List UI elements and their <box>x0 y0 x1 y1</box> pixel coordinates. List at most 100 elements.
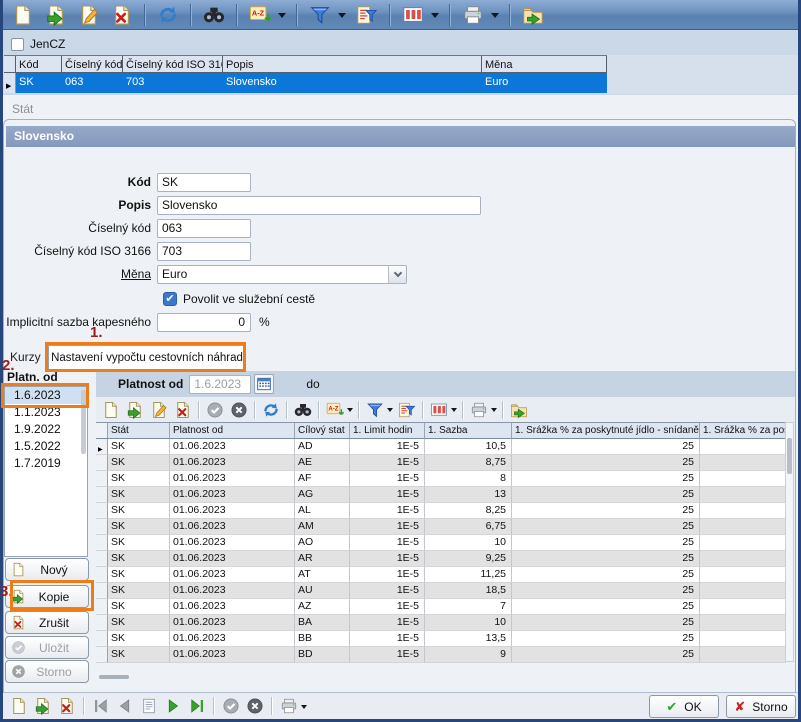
table-row[interactable]: SK 01.06.2023 AZ 1E-5 7 25 <box>96 599 786 615</box>
zrusit-button[interactable]: Zrušit <box>5 611 89 634</box>
column-header-stat[interactable]: Stát <box>108 423 170 439</box>
platnost-od-field[interactable] <box>189 375 251 394</box>
country-row-selected[interactable]: SK 063 703 Slovensko Euro <box>4 73 607 93</box>
filter-button[interactable] <box>307 2 332 28</box>
table-row[interactable]: SK 01.06.2023 AL 1E-5 8,25 25 <box>96 503 786 519</box>
footer-accept-button[interactable] <box>220 696 241 717</box>
rates-filter-caret[interactable] <box>387 408 393 415</box>
new-document-button[interactable] <box>10 2 35 28</box>
rates-open-button[interactable] <box>124 399 145 420</box>
columns-button[interactable] <box>400 2 425 28</box>
nav-next-button[interactable] <box>162 696 183 717</box>
column-header-mena[interactable]: Měna <box>482 56 607 73</box>
column-header-sazba[interactable]: 1. Sazba <box>425 423 512 439</box>
table-row[interactable]: SK 01.06.2023 AT 1E-5 11,25 25 <box>96 567 786 583</box>
iso-field[interactable] <box>157 242 251 261</box>
calendar-button[interactable] <box>254 374 274 394</box>
rates-filter-list-button[interactable] <box>396 399 417 420</box>
ciselny-kod-field[interactable] <box>157 219 251 238</box>
tab-kurzy[interactable]: Kurzy <box>10 350 41 364</box>
print-button[interactable] <box>460 2 485 28</box>
column-header-kod[interactable]: Kód <box>16 56 62 73</box>
print-dropdown-caret[interactable] <box>491 13 499 22</box>
rates-columns-caret[interactable] <box>451 408 457 415</box>
open-document-button[interactable] <box>43 2 68 28</box>
rates-columns-button[interactable] <box>428 399 449 420</box>
filter-dropdown-caret[interactable] <box>338 13 346 22</box>
rates-filter-button[interactable] <box>364 399 385 420</box>
rates-sort-caret[interactable] <box>347 408 353 415</box>
validity-date-item[interactable]: 1.5.2022 <box>5 438 87 455</box>
table-row[interactable]: SK 01.06.2023 BD 1E-5 9 25 <box>96 647 786 663</box>
rates-horizontal-scrollbar-thumb[interactable] <box>99 675 129 679</box>
rates-cancel-button[interactable] <box>228 399 249 420</box>
mena-dropdown-button[interactable] <box>388 266 406 283</box>
record-list-button[interactable] <box>138 696 159 717</box>
column-header-iso[interactable]: Číselný kód ISO 3166 <box>123 56 223 73</box>
nav-first-button[interactable] <box>90 696 111 717</box>
footer-print-caret[interactable] <box>301 705 307 712</box>
rates-new-button[interactable] <box>100 399 121 420</box>
tab-stat[interactable]: Stát <box>12 102 33 116</box>
rates-refresh-button[interactable] <box>260 399 281 420</box>
delete-document-button[interactable] <box>109 2 134 28</box>
popis-field[interactable] <box>157 196 481 215</box>
rates-print-caret[interactable] <box>491 408 497 415</box>
columns-dropdown-caret[interactable] <box>431 13 439 22</box>
povolit-checkbox[interactable] <box>163 292 177 306</box>
rates-delete-button[interactable] <box>172 399 193 420</box>
scrollbar-thumb[interactable] <box>787 438 792 474</box>
column-header-limit-hodin[interactable]: 1. Limit hodin <box>350 423 425 439</box>
search-button[interactable] <box>201 2 226 28</box>
footer-cancel-button[interactable] <box>244 696 265 717</box>
footer-open-button[interactable] <box>32 696 53 717</box>
cell-limit-hodin: 1E-5 <box>350 455 425 471</box>
table-row[interactable]: SK 01.06.2023 AR 1E-5 9,25 25 <box>96 551 786 567</box>
edit-document-button[interactable] <box>76 2 101 28</box>
table-row[interactable]: SK 01.06.2023 BA 1E-5 10 25 <box>96 615 786 631</box>
rates-search-button[interactable] <box>292 399 313 420</box>
table-row[interactable]: SK 01.06.2023 AU 1E-5 18,5 25 <box>96 583 786 599</box>
export-button[interactable] <box>520 2 545 28</box>
nav-last-button[interactable] <box>186 696 207 717</box>
validity-date-item[interactable]: 1.7.2019 <box>5 455 87 472</box>
rates-vertical-scrollbar[interactable] <box>785 422 794 662</box>
rates-export-button[interactable] <box>508 399 529 420</box>
validity-list-header[interactable]: Platn. od <box>7 370 58 384</box>
rates-edit-button[interactable] <box>148 399 169 420</box>
rates-sort-button[interactable] <box>324 399 345 420</box>
storno-button[interactable]: Storno <box>726 695 796 718</box>
footer-print-button[interactable] <box>278 696 299 717</box>
table-row[interactable]: SK 01.06.2023 AG 1E-5 13 25 <box>96 487 786 503</box>
column-header-ciselny-kod[interactable]: Číselný kód <box>62 56 123 73</box>
column-header-platnost-od[interactable]: Platnost od <box>170 423 295 439</box>
footer-delete-button[interactable] <box>56 696 77 717</box>
jencz-checkbox[interactable] <box>11 38 24 51</box>
sort-az-button[interactable] <box>247 2 272 28</box>
kod-field[interactable] <box>157 173 251 192</box>
nav-previous-button[interactable] <box>114 696 135 717</box>
mena-label[interactable]: Měna <box>4 267 157 281</box>
validity-date-item[interactable]: 1.9.2022 <box>5 421 87 438</box>
ok-button[interactable]: OK <box>649 695 719 718</box>
filter-list-button[interactable] <box>354 2 379 28</box>
kapesne-field[interactable] <box>157 313 251 332</box>
column-header-srazka-snidane[interactable]: 1. Srážka % za poskytnuté jídlo - snídan… <box>512 423 700 439</box>
refresh-button[interactable] <box>155 2 180 28</box>
rates-accept-button[interactable] <box>204 399 225 420</box>
column-header-popis[interactable]: Popis <box>223 56 482 73</box>
footer-new-button[interactable] <box>8 696 29 717</box>
table-row[interactable]: SK 01.06.2023 AD 1E-5 10,5 25 <box>96 439 786 455</box>
cell-srazka-dalsi <box>700 455 786 471</box>
column-header-cilovy-stat[interactable]: Cílový stat <box>295 423 350 439</box>
mena-field[interactable] <box>157 265 407 284</box>
table-row[interactable]: SK 01.06.2023 AM 1E-5 6,75 25 <box>96 519 786 535</box>
table-row[interactable]: SK 01.06.2023 BB 1E-5 13,5 25 <box>96 631 786 647</box>
novy-button[interactable]: Nový <box>5 558 89 581</box>
table-row[interactable]: SK 01.06.2023 AO 1E-5 10 25 <box>96 535 786 551</box>
rates-print-button[interactable] <box>468 399 489 420</box>
sort-dropdown-caret[interactable] <box>278 13 286 22</box>
table-row[interactable]: SK 01.06.2023 AF 1E-5 8 25 <box>96 471 786 487</box>
table-row[interactable]: SK 01.06.2023 AE 1E-5 8,75 25 <box>96 455 786 471</box>
column-header-srazka-dalsi[interactable]: 1. Srážka % za pos <box>700 423 786 439</box>
